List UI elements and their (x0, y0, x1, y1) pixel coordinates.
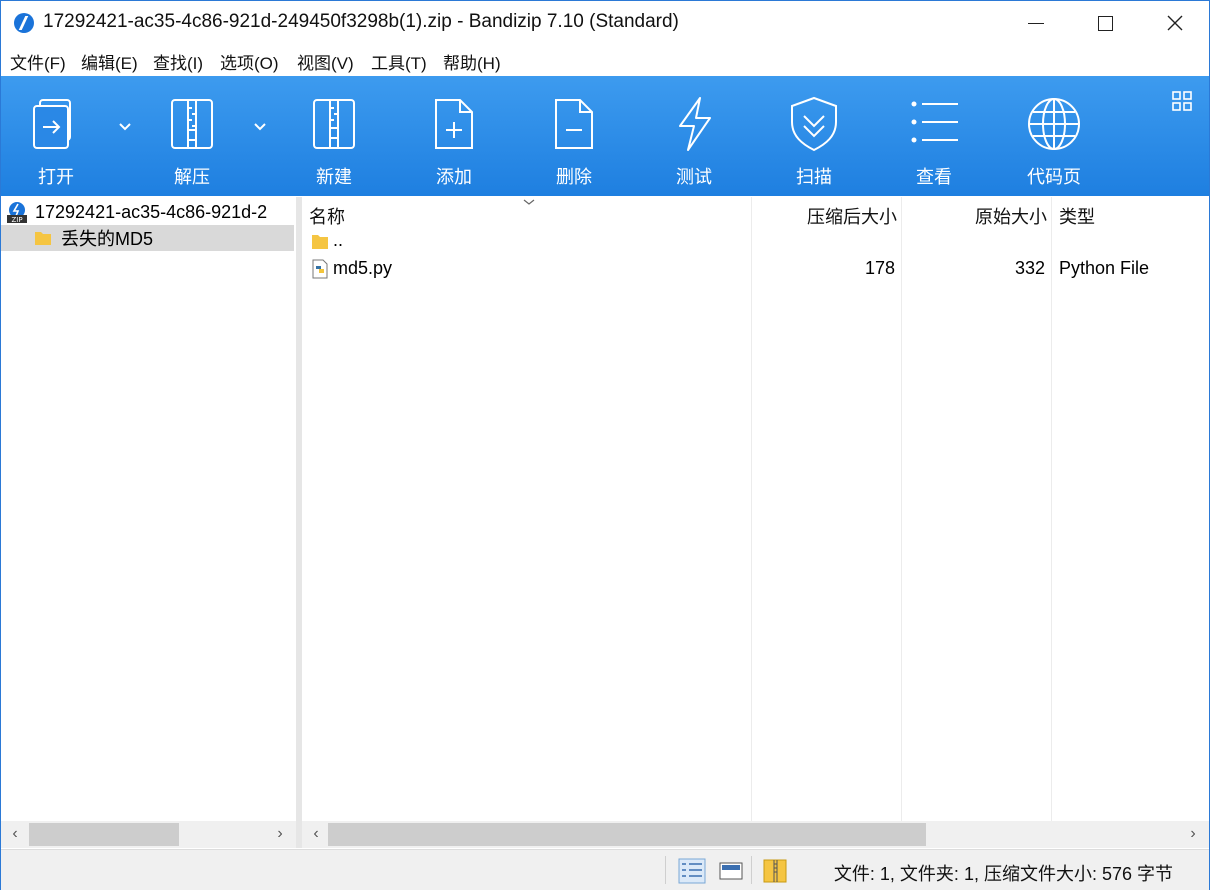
maximize-icon (1097, 15, 1113, 31)
menu-find[interactable]: 查找(I) (153, 49, 203, 74)
details-view-icon[interactable] (678, 858, 706, 884)
scrollbar-thumb[interactable] (29, 823, 179, 846)
open-dropdown-chevron-icon[interactable] (115, 116, 135, 136)
close-icon (1167, 15, 1183, 31)
add-file-icon (435, 99, 473, 149)
sort-chevron-icon (523, 199, 535, 205)
open-icon (33, 99, 71, 149)
folder-up-icon (312, 235, 328, 249)
tree-item-archive-root[interactable]: ZIP 17292421-ac35-4c86-921d-2 (5, 199, 295, 225)
maximize-button[interactable] (1082, 1, 1128, 45)
file-type: Python File (1059, 258, 1150, 278)
file-packed-size: 178 (864, 258, 895, 278)
toolbar: 打开 解压 新建 添加 删除 测试 扫描 查看 代码页 (1, 76, 1209, 196)
menu-edit[interactable]: 编辑(E) (81, 49, 138, 74)
window-title: 17292421-ac35-4c86-921d-249450f3298b(1).… (43, 11, 679, 32)
column-divider[interactable] (901, 197, 902, 821)
file-name: .. (333, 230, 344, 250)
layout-grid-icon[interactable] (1171, 90, 1193, 112)
title-bar[interactable]: 17292421-ac35-4c86-921d-249450f3298b(1).… (1, 1, 1209, 45)
column-header-packed-size[interactable]: 压缩后大小 (807, 203, 897, 229)
column-header-name[interactable]: 名称 (309, 203, 345, 229)
minimize-icon (1028, 22, 1044, 24)
table-row-file[interactable]: md5.py 178 332 Python File (302, 255, 1209, 283)
menu-tools[interactable]: 工具(T) (371, 49, 427, 74)
column-header-original-size[interactable]: 原始大小 (975, 203, 1047, 229)
scroll-left-arrow-icon[interactable]: ‹ (6, 825, 24, 843)
table-row-parent-folder[interactable]: .. (302, 227, 1209, 255)
new-archive-icon (313, 99, 355, 149)
column-divider[interactable] (751, 197, 752, 821)
scan-label: 扫描 (796, 167, 832, 187)
list-view-icon (911, 101, 958, 143)
lightning-icon (679, 97, 711, 151)
new-archive-button[interactable]: 新建 (284, 76, 384, 196)
add-label: 添加 (436, 167, 472, 187)
menu-file[interactable]: 文件(F) (10, 49, 66, 74)
app-window: 17292421-ac35-4c86-921d-249450f3298b(1).… (0, 0, 1210, 890)
view-label: 查看 (916, 167, 952, 187)
extract-icon (171, 99, 213, 149)
codepage-button[interactable]: 代码页 (1004, 76, 1104, 196)
minimize-button[interactable] (1013, 1, 1059, 45)
new-label: 新建 (316, 167, 352, 187)
delete-file-icon (555, 99, 593, 149)
globe-icon (1028, 98, 1080, 150)
python-file-icon (312, 259, 328, 279)
folder-icon (35, 232, 51, 245)
file-list[interactable]: 名称 压缩后大小 原始大小 类型 .. md5.py 178 332 Pytho… (302, 197, 1209, 821)
extract-label: 解压 (174, 167, 210, 187)
scrollbar-thumb[interactable] (328, 823, 926, 846)
zip-archive-icon: ZIP (7, 202, 27, 223)
menu-help[interactable]: 帮助(H) (443, 49, 501, 74)
extract-dropdown-chevron-icon[interactable] (250, 116, 270, 136)
close-button[interactable] (1152, 1, 1198, 45)
status-divider (665, 856, 666, 884)
test-button[interactable]: 测试 (644, 76, 744, 196)
scan-button[interactable]: 扫描 (764, 76, 864, 196)
menu-view[interactable]: 视图(V) (297, 49, 354, 74)
column-header-type[interactable]: 类型 (1059, 203, 1095, 229)
file-name: md5.py (333, 258, 393, 278)
tree-root-label: 17292421-ac35-4c86-921d-2 (35, 201, 268, 222)
open-label: 打开 (38, 167, 74, 187)
menu-options[interactable]: 选项(O) (220, 49, 279, 74)
shield-icon (791, 96, 837, 152)
extract-button[interactable]: 解压 (142, 76, 242, 196)
tree-folder-label: 丢失的MD5 (61, 229, 154, 249)
codepage-label: 代码页 (1027, 167, 1081, 187)
open-button[interactable]: 打开 (6, 76, 106, 196)
column-divider[interactable] (1051, 197, 1052, 821)
bandizip-app-icon[interactable] (14, 13, 34, 33)
view-button[interactable]: 查看 (884, 76, 984, 196)
status-bar: 文件: 1, 文件夹: 1, 压缩文件大小: 576 字节 (1, 849, 1209, 890)
preview-pane-icon[interactable] (717, 858, 745, 884)
status-summary: 文件: 1, 文件夹: 1, 压缩文件大小: 576 字节 (833, 864, 1173, 884)
svg-text:ZIP: ZIP (11, 216, 22, 223)
test-label: 测试 (676, 167, 712, 187)
delete-button[interactable]: 删除 (524, 76, 624, 196)
tree-horizontal-scrollbar[interactable]: ‹ › (1, 821, 296, 848)
scroll-left-arrow-icon[interactable]: ‹ (307, 825, 325, 843)
folder-tree[interactable]: ZIP 17292421-ac35-4c86-921d-2 丢失的MD5 (1, 197, 296, 821)
scroll-right-arrow-icon[interactable]: › (271, 825, 289, 843)
delete-label: 删除 (556, 167, 592, 187)
menu-bar: 文件(F) 编辑(E) 查找(I) 选项(O) 视图(V) 工具(T) 帮助(H… (1, 45, 1209, 75)
archive-info-icon[interactable] (761, 858, 789, 884)
add-button[interactable]: 添加 (404, 76, 504, 196)
list-horizontal-scrollbar[interactable]: ‹ › (302, 821, 1209, 848)
file-original-size: 332 (1014, 258, 1045, 278)
status-divider (751, 856, 752, 884)
scroll-right-arrow-icon[interactable]: › (1184, 825, 1202, 843)
tree-item-folder[interactable]: 丢失的MD5 (1, 225, 294, 251)
